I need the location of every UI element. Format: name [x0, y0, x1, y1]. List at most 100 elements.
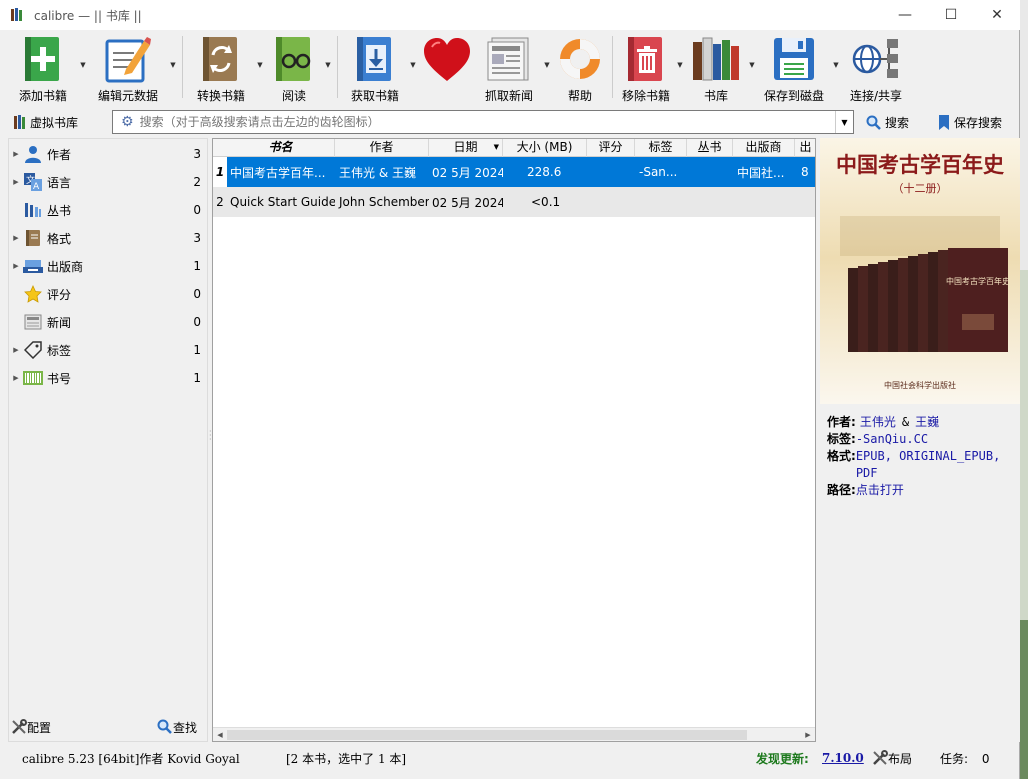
search-input[interactable]	[139, 115, 835, 129]
horizontal-scrollbar[interactable]: ◀ ▶	[213, 727, 815, 741]
donate-heart-button[interactable]	[418, 32, 476, 104]
book-details-panel: 中国考古学百年史 （十二册） 中国考古学百年史 中国社会科学出版社 作者: 王伟…	[820, 138, 1020, 742]
open-path-link[interactable]: 点击打开	[856, 482, 904, 499]
get-books-icon	[357, 36, 391, 81]
virtual-library-button[interactable]: 虚拟书库	[14, 114, 104, 131]
column-header-author[interactable]: 作者	[335, 139, 429, 157]
configure-button[interactable]: 配置	[11, 719, 51, 736]
cell-size: <0.1	[531, 195, 561, 209]
book-cover[interactable]: 中国考古学百年史 （十二册） 中国考古学百年史 中国社会科学出版社	[820, 138, 1020, 404]
read-book-dropdown[interactable]: ▼	[323, 32, 333, 104]
fetch-news-button[interactable]: 抓取新闻	[476, 32, 542, 104]
search-button[interactable]: 搜索	[866, 114, 909, 131]
tag-category-tags[interactable]: ▶ 标签 1	[9, 336, 207, 364]
sort-descending-icon: ▼	[493, 143, 499, 151]
library-dropdown[interactable]: ▼	[747, 32, 757, 104]
column-header-publisher[interactable]: 出版商	[733, 139, 795, 157]
layout-button[interactable]: 布局	[872, 750, 912, 767]
scroll-left-icon[interactable]: ◀	[213, 728, 227, 741]
search-history-dropdown[interactable]: ▼	[835, 111, 853, 133]
column-header-title[interactable]: 书名	[227, 139, 335, 157]
connect-share-button[interactable]: 连接/共享	[841, 32, 911, 104]
tag-count: 1	[193, 343, 201, 357]
get-books-button[interactable]: 获取书籍	[342, 32, 408, 104]
tag-count: 2	[193, 175, 201, 189]
add-book-label: 添加书籍	[18, 89, 67, 103]
close-button[interactable]: ✕	[974, 0, 1020, 30]
remove-book-icon	[628, 36, 662, 81]
save-to-disk-dropdown[interactable]: ▼	[831, 32, 841, 104]
edit-metadata-label: 编辑元数据	[97, 89, 158, 103]
column-header-more[interactable]: 出	[795, 139, 815, 157]
library-button[interactable]: 书库	[685, 32, 747, 104]
tag-category-news[interactable]: 新闻 0	[9, 308, 207, 336]
add-book-button[interactable]: 添加书籍	[8, 32, 78, 104]
rating-star-icon	[24, 285, 42, 303]
expand-arrow-icon[interactable]: ▶	[9, 374, 23, 382]
edit-metadata-icon	[105, 36, 151, 82]
configure-label: 配置	[27, 720, 52, 735]
update-version-link[interactable]: 7.10.0	[822, 751, 864, 765]
convert-book-button[interactable]: 转换书籍	[187, 32, 255, 104]
remove-book-button[interactable]: 移除书籍	[617, 32, 675, 104]
edit-metadata-button[interactable]: 编辑元数据	[88, 32, 168, 104]
expand-arrow-icon[interactable]: ▶	[9, 346, 23, 354]
column-header-series[interactable]: 丛书	[687, 139, 733, 157]
expand-arrow-icon[interactable]: ▶	[9, 262, 23, 270]
add-book-icon	[25, 36, 59, 81]
column-header-date-label: 日期	[453, 140, 478, 154]
edit-metadata-dropdown[interactable]: ▼	[168, 32, 178, 104]
status-bar: calibre 5.23 [64bit]作者 Kovid Goyal [2 本书…	[0, 744, 1020, 772]
minimize-button[interactable]: —	[882, 0, 928, 30]
column-header-rating[interactable]: 评分	[587, 139, 635, 157]
column-header-date[interactable]: 日期 ▼	[429, 139, 503, 157]
expand-arrow-icon[interactable]: ▶	[9, 234, 23, 242]
table-row[interactable]: 中国考古学百年... 王伟光 & 王巍 02 5月 2024 228.6 -Sa…	[227, 157, 815, 187]
library-label: 书库	[703, 89, 728, 103]
tag-category-identifiers[interactable]: ▶ 书号 1	[9, 364, 207, 392]
get-books-dropdown[interactable]: ▼	[408, 32, 418, 104]
save-to-disk-button[interactable]: 保存到磁盘	[757, 32, 831, 104]
cell-more: 8	[801, 165, 809, 179]
find-button[interactable]: 查找	[157, 719, 197, 736]
remove-book-dropdown[interactable]: ▼	[675, 32, 685, 104]
toolbar-separator	[337, 36, 338, 98]
scrollbar-thumb[interactable]	[227, 730, 747, 740]
read-book-button[interactable]: 阅读	[265, 32, 323, 104]
barcode-icon	[23, 371, 43, 385]
author-link[interactable]: 王巍	[915, 414, 939, 431]
formats-link[interactable]: EPUB, ORIGINAL_EPUB, PDF	[856, 448, 1017, 482]
add-book-dropdown[interactable]: ▼	[78, 32, 88, 104]
help-button[interactable]: 帮助	[552, 32, 608, 104]
tag-category-authors[interactable]: ▶ 作者 3	[9, 140, 207, 168]
save-to-disk-label: 保存到磁盘	[763, 89, 824, 103]
column-header-size[interactable]: 大小 (MB)	[503, 139, 587, 157]
convert-book-dropdown[interactable]: ▼	[255, 32, 265, 104]
maximize-button[interactable]: ☐	[928, 0, 974, 30]
table-row[interactable]: 2 Quick Start Guide John Schember 02 5月 …	[213, 187, 815, 217]
tag-link[interactable]: -SanQiu.CC	[856, 431, 928, 448]
save-search-button[interactable]: 保存搜索	[938, 114, 1002, 131]
news-icon	[487, 37, 529, 80]
tag-category-formats[interactable]: ▶ 格式 3	[9, 224, 207, 252]
expand-arrow-icon[interactable]: ▶	[9, 178, 23, 186]
tag-category-publishers[interactable]: ▶ 出版商 1	[9, 252, 207, 280]
cell-size: 228.6	[527, 165, 562, 179]
scroll-right-icon[interactable]: ▶	[801, 728, 815, 741]
jobs-count: 0	[981, 751, 990, 766]
author-separator: &	[901, 415, 910, 429]
cover-inner-title: 中国考古学百年史	[946, 276, 1010, 286]
row-number: 1	[213, 165, 227, 179]
advanced-search-gear-icon[interactable]: ⚙	[121, 114, 134, 130]
tag-category-series[interactable]: 丛书 0	[9, 196, 207, 224]
series-icon	[25, 203, 41, 217]
tag-category-rating[interactable]: 评分 0	[9, 280, 207, 308]
expand-arrow-icon[interactable]: ▶	[9, 150, 23, 158]
jobs-indicator[interactable]: 任务: 0	[940, 750, 990, 767]
fetch-news-dropdown[interactable]: ▼	[542, 32, 552, 104]
tag-category-label: 标签	[47, 343, 72, 358]
tag-category-languages[interactable]: ▶ 文A 语言 2	[9, 168, 207, 196]
author-link[interactable]: 王伟光	[860, 414, 896, 431]
column-header-tags[interactable]: 标签	[635, 139, 687, 157]
virtual-library-label: 虚拟书库	[30, 115, 79, 130]
